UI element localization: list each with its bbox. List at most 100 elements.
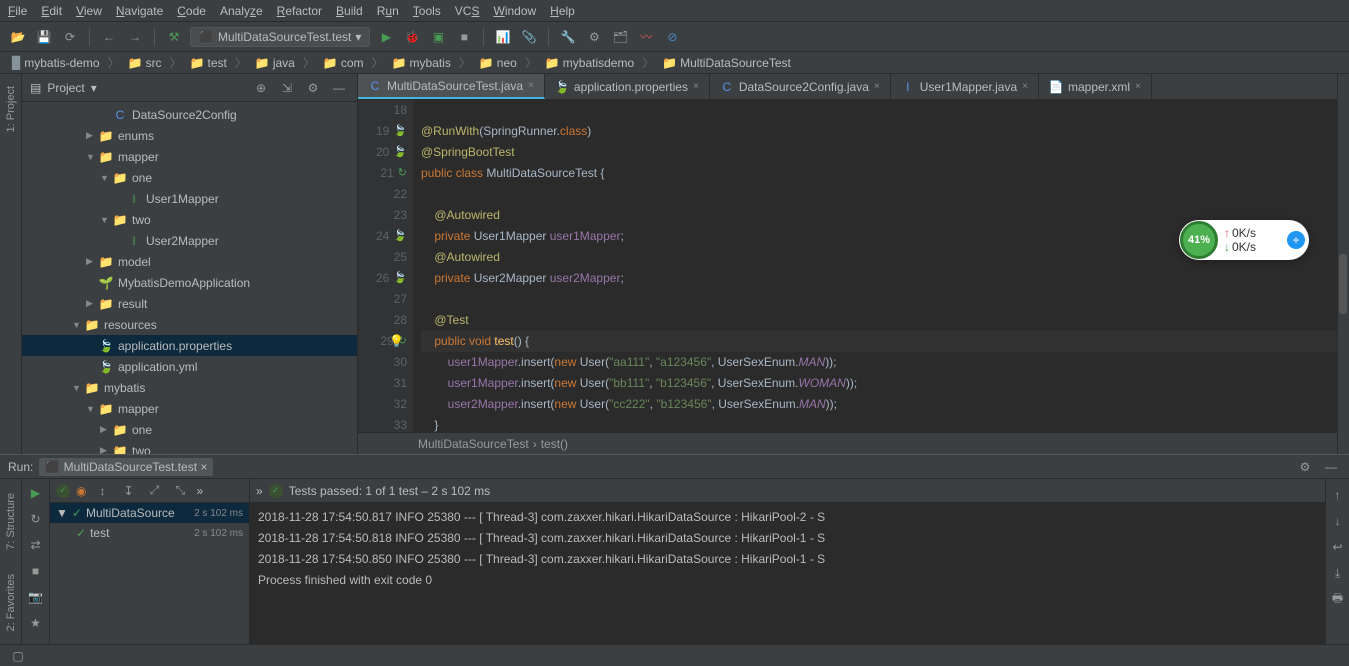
editor-tab[interactable]: CMultiDataSourceTest.java× [358, 74, 545, 99]
hide-icon[interactable]: — [1321, 457, 1341, 477]
settings-icon[interactable]: ⚙ [584, 27, 604, 47]
tab-favorites[interactable]: 2: Favorites [3, 566, 19, 639]
tree-item[interactable]: ▼📁mapper [22, 398, 357, 419]
menu-help[interactable]: Help [550, 4, 575, 18]
tree-item[interactable]: ▶📁one [22, 419, 357, 440]
expand-icon[interactable]: ⤢ [144, 481, 164, 501]
coverage-icon[interactable]: ▣ [428, 27, 448, 47]
scrollbar-thumb[interactable] [1339, 254, 1347, 314]
tree-item[interactable]: 🌱MybatisDemoApplication [22, 272, 357, 293]
breadcrumb-item[interactable]: 📁 MultiDataSourceTest [658, 56, 795, 70]
menu-refactor[interactable]: Refactor [277, 4, 322, 18]
hammer-icon[interactable]: ⚒ [164, 27, 184, 47]
back-icon[interactable]: ← [99, 27, 119, 47]
toggle-icon[interactable]: ⇄ [26, 535, 46, 555]
collapse-icon[interactable]: ⇲ [277, 78, 297, 98]
tree-item[interactable]: CDataSource2Config [22, 104, 357, 125]
chevron-down-icon[interactable]: ▾ [91, 81, 97, 95]
bc-method[interactable]: test() [541, 437, 568, 451]
editor-tab[interactable]: IUser1Mapper.java× [891, 74, 1039, 99]
tool-window-icon[interactable]: ▢ [8, 646, 28, 666]
code-area[interactable]: 1819🍃20🍃21↻222324🍃2526🍃272829↻30313233 @… [358, 100, 1349, 432]
gear-icon[interactable]: ⚙ [303, 78, 323, 98]
widget-add-icon[interactable]: + [1287, 231, 1305, 249]
line-gutter[interactable]: 1819🍃20🍃21↻222324🍃2526🍃272829↻30313233 [358, 100, 413, 432]
down-icon[interactable]: ↓ [1328, 511, 1348, 531]
star-icon[interactable]: ★ [26, 613, 46, 633]
target-icon[interactable]: ⊕ [251, 78, 271, 98]
profile-icon[interactable]: 📊 [493, 27, 513, 47]
run-tab[interactable]: ⬛ MultiDataSourceTest.test × [39, 458, 213, 476]
forward-icon[interactable]: → [125, 27, 145, 47]
menu-code[interactable]: Code [177, 4, 206, 18]
run-config-selector[interactable]: ⬛ MultiDataSourceTest.test ▾ [190, 27, 370, 47]
menu-run[interactable]: Run [377, 4, 399, 18]
breadcrumb-item[interactable]: 📁 test [186, 56, 231, 70]
editor-scrollbar[interactable] [1337, 74, 1349, 454]
more-icon[interactable]: » [196, 484, 203, 498]
wrench-icon[interactable]: 🔧 [558, 27, 578, 47]
test-row[interactable]: ✓test2 s 102 ms [50, 523, 249, 543]
network-widget[interactable]: 41% ↑0K/s ↓0K/s + [1179, 220, 1309, 260]
tab-structure[interactable]: 7: Structure [3, 485, 19, 558]
tree-item[interactable]: IUser1Mapper [22, 188, 357, 209]
dump-icon[interactable]: 📷 [26, 587, 46, 607]
more-icon[interactable]: » [256, 484, 263, 498]
pass-icon[interactable]: ✓ [56, 484, 70, 498]
fail-filter-icon[interactable]: ◉ [76, 484, 86, 498]
editor-tab[interactable]: 📄mapper.xml× [1039, 74, 1152, 99]
breadcrumb-item[interactable]: ▉ mybatis-demo [8, 56, 104, 70]
rerun-failed-icon[interactable]: ↻ [26, 509, 46, 529]
menu-edit[interactable]: Edit [41, 4, 62, 18]
tree-item[interactable]: ▶📁enums [22, 125, 357, 146]
attach-icon[interactable]: 📎 [519, 27, 539, 47]
rerun-icon[interactable]: ▶ [26, 483, 46, 503]
sort2-icon[interactable]: ↧ [118, 481, 138, 501]
tab-project[interactable]: 1: Project [3, 78, 19, 140]
sort-icon[interactable]: ↕ [92, 481, 112, 501]
test-row[interactable]: ▼✓MultiDataSource2 s 102 ms [50, 503, 249, 523]
open-icon[interactable]: 📂 [8, 27, 28, 47]
menu-window[interactable]: Window [493, 4, 536, 18]
close-icon[interactable]: × [528, 80, 534, 91]
menu-build[interactable]: Build [336, 4, 363, 18]
menu-tools[interactable]: Tools [413, 4, 441, 18]
code-text[interactable]: @RunWith(SpringRunner.class)@SpringBootT… [413, 100, 1349, 432]
close-icon[interactable]: × [1135, 81, 1141, 92]
wrap-icon[interactable]: ↩ [1328, 537, 1348, 557]
scroll-icon[interactable]: ⤓ [1328, 563, 1348, 583]
menu-file[interactable]: File [8, 4, 27, 18]
bc-class[interactable]: MultiDataSourceTest [418, 437, 529, 451]
gear-icon[interactable]: ⚙ [1295, 457, 1315, 477]
tree-item[interactable]: IUser2Mapper [22, 230, 357, 251]
breadcrumb-item[interactable]: 📁 neo [475, 56, 521, 70]
up-icon[interactable]: ↑ [1328, 485, 1348, 505]
hide-icon[interactable]: — [329, 78, 349, 98]
editor-tab[interactable]: 🍃application.properties× [545, 74, 710, 99]
tree-item[interactable]: ▼📁one [22, 167, 357, 188]
sync-icon[interactable]: ⟳ [60, 27, 80, 47]
close-icon[interactable]: × [874, 81, 880, 92]
debug-icon[interactable]: 🐞 [402, 27, 422, 47]
breadcrumb-item[interactable]: 📁 com [319, 56, 368, 70]
tree-item[interactable]: ▶📁model [22, 251, 357, 272]
print-icon[interactable]: 🖶 [1328, 589, 1348, 609]
breadcrumb-item[interactable]: 📁 src [124, 56, 166, 70]
run-icon[interactable]: ▶ [376, 27, 396, 47]
menu-vcs[interactable]: VCS [455, 4, 480, 18]
project-tree[interactable]: CDataSource2Config▶📁enums▼📁mapper▼📁oneIU… [22, 102, 357, 454]
save-icon[interactable]: 💾 [34, 27, 54, 47]
menu-analyze[interactable]: Analyze [220, 4, 263, 18]
tree-item[interactable]: ▼📁two [22, 209, 357, 230]
menu-view[interactable]: View [76, 4, 102, 18]
close-icon[interactable]: × [1022, 81, 1028, 92]
close-icon[interactable]: × [200, 460, 207, 474]
collapse-icon[interactable]: ⤡ [170, 481, 190, 501]
menu-navigate[interactable]: Navigate [116, 4, 163, 18]
breadcrumb-item[interactable]: 📁 mybatisdemo [541, 56, 638, 70]
breadcrumb-item[interactable]: 📁 java [251, 56, 299, 70]
stop-icon[interactable]: ■ [26, 561, 46, 581]
tree-item[interactable]: ▼📁mybatis [22, 377, 357, 398]
tree-item[interactable]: 🍃application.yml [22, 356, 357, 377]
close-icon[interactable]: × [693, 81, 699, 92]
